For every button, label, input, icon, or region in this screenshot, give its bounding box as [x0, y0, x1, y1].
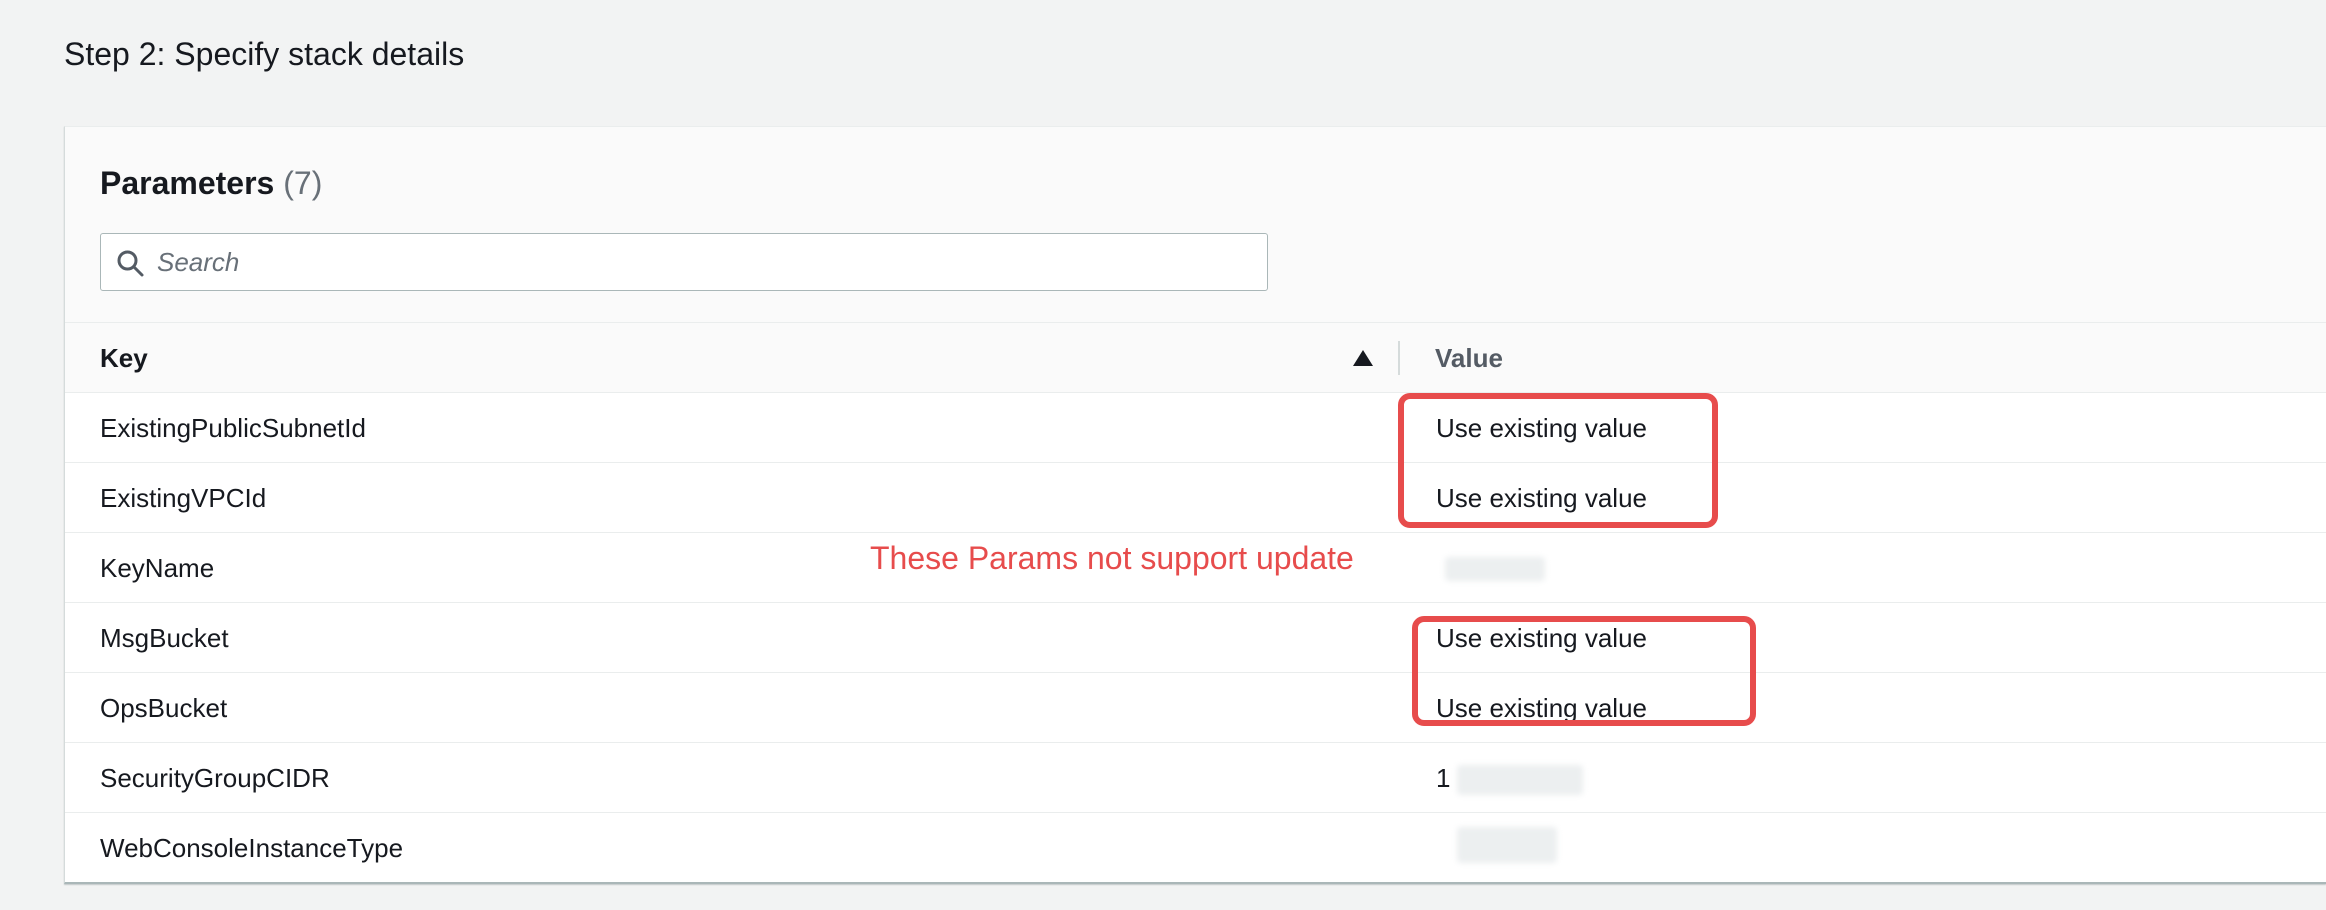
table-row: SecurityGroupCIDR 1: [65, 743, 2326, 813]
search-input[interactable]: [157, 242, 1247, 282]
table-row: OpsBucket Use existing value: [65, 673, 2326, 743]
table-row: ExistingVPCId Use existing value: [65, 463, 2326, 533]
param-key: ExistingVPCId: [100, 483, 267, 513]
table-header: Key Value: [65, 323, 2326, 393]
param-value: 1: [1436, 763, 1451, 793]
param-key: OpsBucket: [100, 693, 228, 723]
table-row: MsgBucket Use existing value: [65, 603, 2326, 673]
column-header-key[interactable]: Key: [100, 343, 148, 373]
table-row: ExistingPublicSubnetId Use existing valu…: [65, 393, 2326, 463]
param-key: KeyName: [100, 553, 215, 583]
param-key: ExistingPublicSubnetId: [100, 413, 366, 443]
table-row: WebConsoleInstanceType: [65, 813, 2326, 883]
redacted-value: [1457, 827, 1557, 863]
page-title: Step 2: Specify stack details: [64, 36, 465, 72]
param-key: MsgBucket: [100, 623, 229, 653]
search-icon: [117, 250, 144, 277]
column-divider[interactable]: [1398, 341, 1400, 375]
param-key: WebConsoleInstanceType: [100, 833, 404, 863]
parameters-count: (7): [283, 165, 323, 201]
search-box[interactable]: [100, 233, 1268, 291]
parameters-title: Parameters (7): [100, 161, 322, 205]
sort-ascending-icon[interactable]: [1352, 349, 1374, 367]
redacted-value: [1457, 765, 1583, 795]
redacted-value: [1445, 557, 1545, 581]
parameters-title-label: Parameters: [100, 165, 275, 201]
parameters-panel: Parameters (7) Key Value ExistingPublicS…: [64, 126, 2326, 884]
highlight-box: [1398, 393, 1718, 528]
parameters-header: Parameters (7): [65, 127, 2326, 323]
column-header-value[interactable]: Value: [1435, 343, 1503, 373]
param-key: SecurityGroupCIDR: [100, 763, 330, 793]
highlight-box: [1412, 616, 1756, 726]
annotation-text: These Params not support update: [870, 540, 1354, 576]
